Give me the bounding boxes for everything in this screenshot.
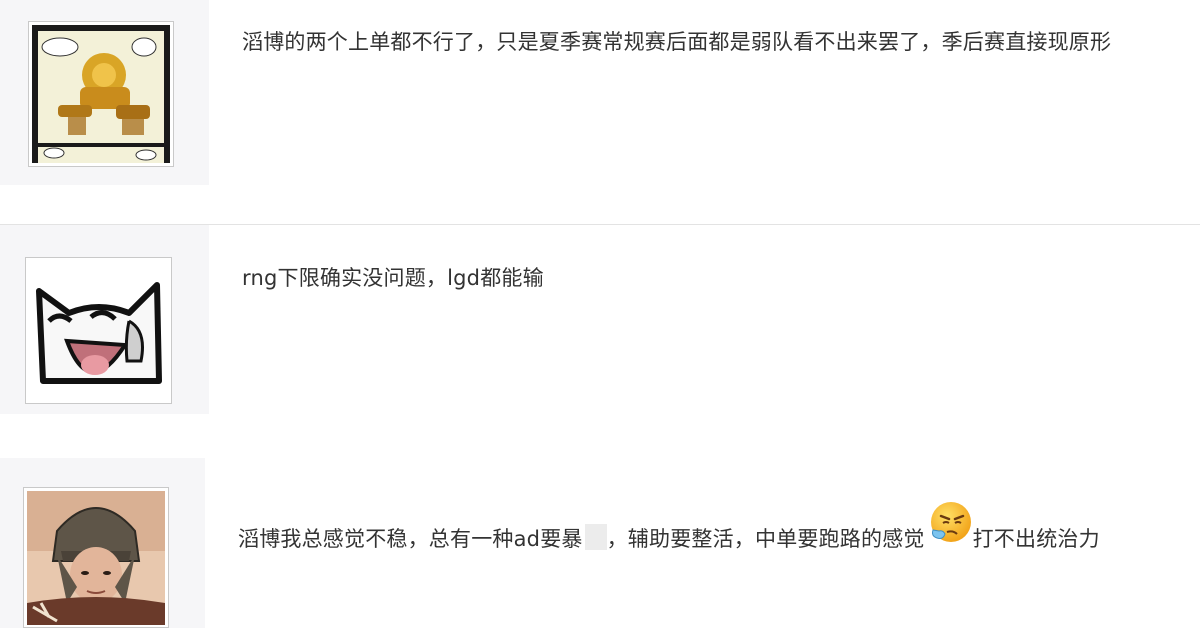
censor-block <box>584 524 607 550</box>
white-cat-laugh-avatar-icon <box>29 261 168 400</box>
avatar[interactable] <box>28 21 174 167</box>
avatar[interactable] <box>25 257 172 404</box>
comment-text-part: 滔博我总感觉不稳，总有一种ad要暴 <box>238 527 583 551</box>
helmet-soldier-avatar-icon <box>27 491 165 625</box>
comment-item: 滔博的两个上单都不行了，只是夏季赛常规赛后面都是弱队看不出来罢了，季后赛直接现原… <box>0 0 1200 224</box>
comment-item: rng下限确实没问题，lgd都能输 <box>0 225 1200 415</box>
comment-text: rng下限确实没问题，lgd都能输 <box>242 266 544 290</box>
comment-text-part: 打不出统治力 <box>972 527 1100 551</box>
avatar[interactable] <box>23 487 169 628</box>
sneeze-face-emoji-icon <box>925 500 973 548</box>
comment-item: 滔博我总感觉不稳，总有一种ad要暴 ，辅助要整活，中单要跑路的感觉 打不出统治力 <box>0 458 1200 628</box>
comment-text-part: ，辅助要整活，中单要跑路的感觉 <box>606 527 925 551</box>
comment-text: 滔博我总感觉不稳，总有一种ad要暴 ，辅助要整活，中单要跑路的感觉 打不出统治力 <box>238 502 1188 559</box>
mecha-comic-avatar-icon <box>32 25 170 163</box>
comment-text: 滔博的两个上单都不行了，只是夏季赛常规赛后面都是弱队看不出来罢了，季后赛直接现原… <box>242 30 1112 54</box>
